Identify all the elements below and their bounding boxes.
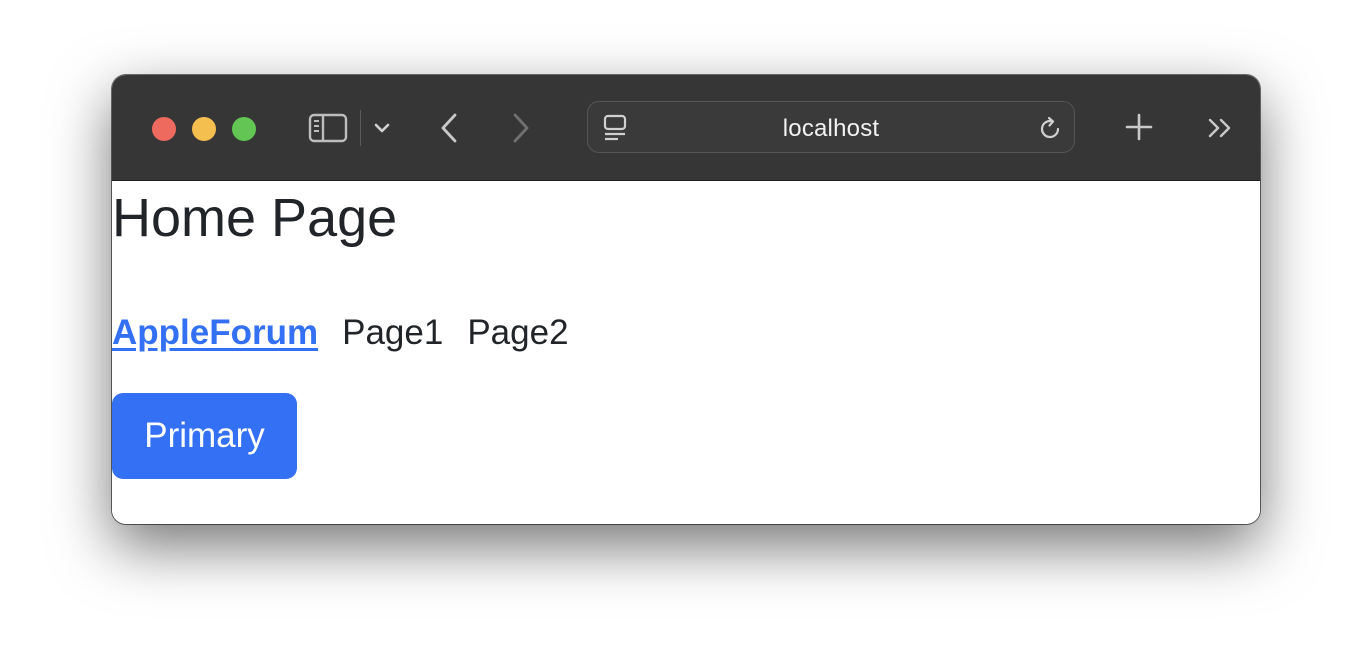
- page-content: Home Page AppleForum Page1 Page2 Primary: [112, 181, 1260, 524]
- minimize-button[interactable]: [192, 117, 216, 141]
- address-bar[interactable]: localhost: [587, 101, 1075, 153]
- nav-link-page1[interactable]: Page1: [342, 313, 443, 353]
- brand-link[interactable]: AppleForum: [112, 313, 318, 353]
- more-tabs-icon[interactable]: [1206, 115, 1236, 141]
- close-button[interactable]: [152, 117, 176, 141]
- forward-icon[interactable]: [508, 110, 534, 146]
- page-nav: AppleForum Page1 Page2: [112, 313, 593, 353]
- nav-link-page2[interactable]: Page2: [467, 313, 568, 353]
- page-title: Home Page: [112, 188, 398, 248]
- chevron-down-icon[interactable]: [371, 117, 393, 139]
- reload-icon[interactable]: [1036, 115, 1064, 143]
- address-text: localhost: [782, 115, 880, 142]
- new-tab-icon[interactable]: [1124, 112, 1154, 142]
- browser-window: localhost Home Page AppleForum Page1 Pag…: [112, 75, 1260, 524]
- toolbar-divider: [360, 110, 361, 146]
- sidebar-icon[interactable]: [306, 110, 350, 146]
- browser-toolbar: localhost: [112, 75, 1260, 181]
- zoom-button[interactable]: [232, 117, 256, 141]
- primary-button[interactable]: Primary: [112, 393, 297, 479]
- back-icon[interactable]: [436, 110, 462, 146]
